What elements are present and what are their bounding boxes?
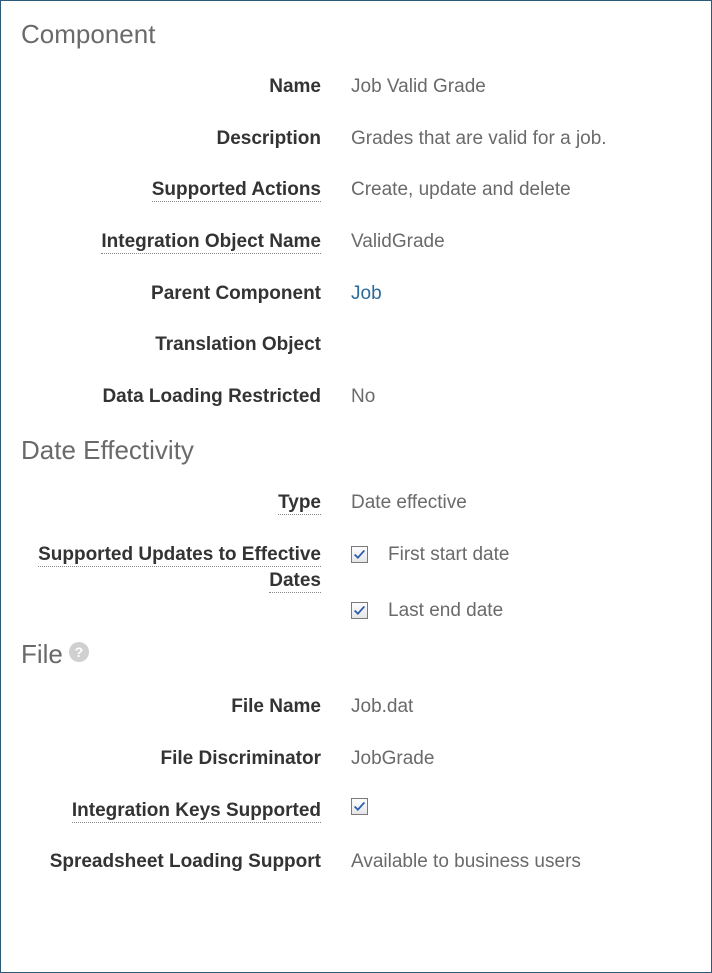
row-file-discriminator: File Discriminator JobGrade <box>21 746 691 772</box>
parent-component-link[interactable]: Job <box>351 281 691 307</box>
row-supported-updates: Supported Updates to Effective Dates Fir… <box>21 542 691 623</box>
value-file-name: Job.dat <box>351 694 691 720</box>
value-supported-actions: Create, update and delete <box>351 177 691 203</box>
row-integration-keys-supported: Integration Keys Supported <box>21 798 691 824</box>
label-translation-object: Translation Object <box>21 332 351 358</box>
value-supported-updates: First start date Last end date <box>351 542 691 623</box>
label-file-name: File Name <box>21 694 351 720</box>
row-parent-component: Parent Component Job <box>21 281 691 307</box>
checkbox-icon[interactable] <box>351 602 368 619</box>
row-integration-object-name: Integration Object Name ValidGrade <box>21 229 691 255</box>
value-integration-object-name: ValidGrade <box>351 229 691 255</box>
section-title-date-effectivity: Date Effectivity <box>21 435 691 466</box>
checkbox-last-end-date[interactable]: Last end date <box>351 598 691 624</box>
value-data-loading-restricted: No <box>351 384 691 410</box>
checkmark-icon <box>353 800 366 813</box>
section-title-component: Component <box>21 19 691 50</box>
checkbox-label: Last end date <box>388 598 503 624</box>
value-type: Date effective <box>351 490 691 516</box>
value-description: Grades that are valid for a job. <box>351 126 691 152</box>
label-spreadsheet-loading-support: Spreadsheet Loading Support <box>21 849 351 875</box>
value-file-discriminator: JobGrade <box>351 746 691 772</box>
section-title-file: File ? <box>21 639 691 670</box>
label-name: Name <box>21 74 351 100</box>
label-type: Type <box>21 490 351 516</box>
row-supported-actions: Supported Actions Create, update and del… <box>21 177 691 203</box>
help-icon[interactable]: ? <box>69 642 89 662</box>
label-data-loading-restricted: Data Loading Restricted <box>21 384 351 410</box>
row-description: Description Grades that are valid for a … <box>21 126 691 152</box>
value-parent-component[interactable]: Job <box>351 281 691 307</box>
checkbox-label: First start date <box>388 542 509 568</box>
value-integration-keys-supported <box>351 798 691 815</box>
label-description: Description <box>21 126 351 152</box>
checkbox-icon[interactable] <box>351 546 368 563</box>
row-spreadsheet-loading-support: Spreadsheet Loading Support Available to… <box>21 849 691 875</box>
label-file-discriminator: File Discriminator <box>21 746 351 772</box>
label-integration-keys-supported: Integration Keys Supported <box>21 798 351 824</box>
label-supported-actions: Supported Actions <box>21 177 351 203</box>
label-integration-object-name: Integration Object Name <box>21 229 351 255</box>
label-supported-updates: Supported Updates to Effective Dates <box>21 542 351 593</box>
row-name: Name Job Valid Grade <box>21 74 691 100</box>
value-spreadsheet-loading-support: Available to business users <box>351 849 691 875</box>
row-file-name: File Name Job.dat <box>21 694 691 720</box>
row-data-loading-restricted: Data Loading Restricted No <box>21 384 691 410</box>
checkbox-icon[interactable] <box>351 798 368 815</box>
checkbox-first-start-date[interactable]: First start date <box>351 542 691 568</box>
checkmark-icon <box>353 604 366 617</box>
value-name: Job Valid Grade <box>351 74 691 100</box>
checkbox-integration-keys[interactable] <box>351 798 691 815</box>
label-parent-component: Parent Component <box>21 281 351 307</box>
file-title-text: File <box>21 639 63 670</box>
checkmark-icon <box>353 548 366 561</box>
row-type: Type Date effective <box>21 490 691 516</box>
row-translation-object: Translation Object <box>21 332 691 358</box>
